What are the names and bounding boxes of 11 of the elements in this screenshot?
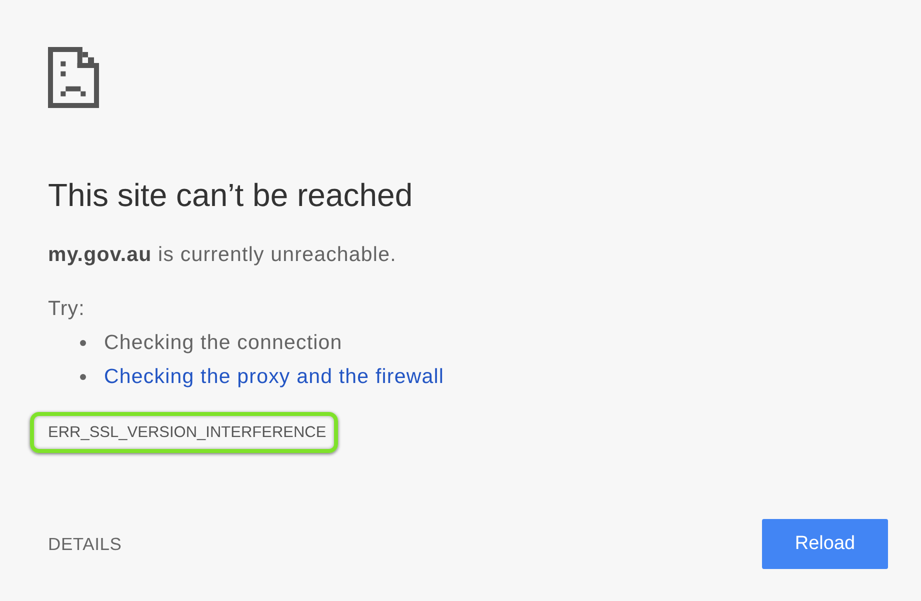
bullet-icon bbox=[80, 340, 86, 346]
page-heading: This site can’t be reached bbox=[48, 177, 413, 213]
suggestion-text: Checking the connection bbox=[104, 332, 342, 354]
reload-button[interactable]: Reload bbox=[762, 519, 888, 569]
try-label: Try: bbox=[48, 298, 85, 320]
details-button[interactable]: DETAILS bbox=[48, 534, 122, 554]
bullet-icon bbox=[80, 374, 86, 380]
suggestion-link[interactable]: Checking the proxy and the firewall bbox=[104, 366, 444, 388]
sad-page-icon bbox=[48, 47, 99, 108]
error-message: my.gov.au is currently unreachable. bbox=[48, 244, 396, 266]
error-code: ERR_SSL_VERSION_INTERFERENCE bbox=[48, 424, 326, 442]
